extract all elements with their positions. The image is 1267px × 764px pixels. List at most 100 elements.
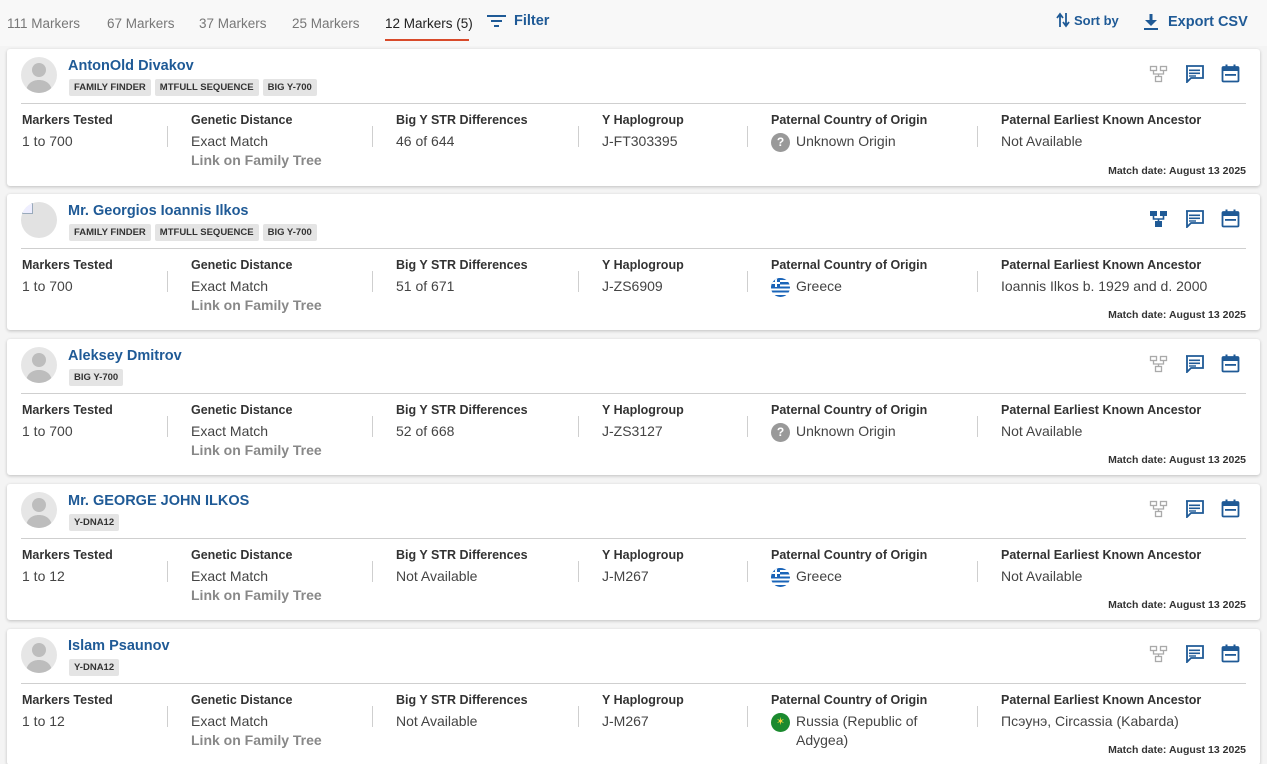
notes-icon[interactable] (1185, 64, 1204, 85)
markers-tested-column: Markers Tested 1 to 12 (22, 693, 113, 731)
test-badges: Y-DNA12 (69, 514, 120, 531)
test-badge: Y-DNA12 (69, 659, 120, 676)
match-name-link[interactable]: Aleksey Dmitrov (68, 348, 182, 364)
match-name-link[interactable]: Mr. Georgios Ioannis Ilkos (68, 203, 249, 219)
ancestor-column: Paternal Earliest Known Ancestor Ioannis … (1001, 258, 1207, 296)
filter-icon (487, 15, 506, 27)
column-separator (747, 561, 748, 582)
big-y-header: Big Y STR Differences (396, 693, 528, 707)
country-value: Russia (Republic of Adygea) (796, 713, 918, 748)
haplogroup-column: Y Haplogroup J-M267 (602, 548, 684, 586)
family-tree-icon[interactable] (1149, 209, 1168, 228)
calendar-icon[interactable] (1221, 209, 1240, 228)
big-y-column: Big Y STR Differences Not Available (396, 548, 528, 586)
big-y-column: Big Y STR Differences 51 of 671 (396, 258, 528, 296)
tab-111-markers[interactable]: 111 Markers (7, 16, 80, 31)
avatar[interactable] (21, 492, 57, 528)
markers-tested-value: 1 to 12 (22, 568, 65, 584)
genetic-distance-header: Genetic Distance (191, 258, 293, 272)
link-on-family-tree[interactable]: Link on Family Tree (191, 586, 322, 605)
genetic-distance-header: Genetic Distance (191, 548, 293, 562)
calendar-icon[interactable] (1221, 64, 1240, 83)
ancestor-column: Paternal Earliest Known Ancestor Not Avai… (1001, 548, 1201, 586)
download-icon (1144, 14, 1158, 30)
big-y-value: 52 of 668 (396, 423, 455, 439)
haplogroup-column: Y Haplogroup J-M267 (602, 693, 684, 731)
link-on-family-tree[interactable]: Link on Family Tree (191, 296, 322, 315)
markers-tested-column: Markers Tested 1 to 700 (22, 403, 113, 441)
column-separator (747, 706, 748, 727)
test-badges: BIG Y-700 (69, 369, 124, 386)
link-on-family-tree[interactable]: Link on Family Tree (191, 441, 322, 460)
greece-flag-icon (771, 278, 790, 297)
notes-icon[interactable] (1185, 499, 1204, 520)
link-on-family-tree[interactable]: Link on Family Tree (191, 731, 322, 750)
match-date: Match date: August 13 2025 (1108, 599, 1246, 611)
export-csv-button[interactable]: Export CSV (1143, 13, 1248, 30)
column-separator (372, 271, 373, 292)
markers-tested-header: Markers Tested (22, 258, 113, 272)
match-name-link[interactable]: Mr. GEORGE JOHN ILKOS (68, 493, 249, 509)
match-date: Match date: August 13 2025 (1108, 744, 1246, 756)
tab-37-markers[interactable]: 37 Markers (199, 16, 267, 31)
column-separator (578, 706, 579, 727)
genetic-distance-column: Genetic Distance Exact Match Link on Famil… (191, 113, 322, 170)
match-name-link[interactable]: Islam Psaunov (68, 638, 170, 654)
match-card: Mr. GEORGE JOHN ILKOS Y-DNA12 Markers Test… (7, 484, 1260, 620)
match-name-link[interactable]: AntonOld Divakov (68, 58, 194, 74)
export-csv-label: Export CSV (1168, 13, 1248, 30)
column-separator (578, 416, 579, 437)
filter-button[interactable]: Filter (487, 13, 549, 29)
tab-12-markers[interactable]: 12 Markers (5) (385, 16, 473, 31)
family-tree-icon[interactable] (1149, 64, 1168, 83)
column-separator (977, 561, 978, 582)
column-separator (977, 416, 978, 437)
test-badge: BIG Y-700 (262, 224, 317, 241)
country-value: Unknown Origin (796, 423, 896, 439)
match-actions (1149, 499, 1240, 520)
card-divider (21, 393, 1246, 394)
calendar-icon[interactable] (1221, 499, 1240, 518)
big-y-header: Big Y STR Differences (396, 113, 528, 127)
column-separator (167, 706, 168, 727)
card-divider (21, 103, 1246, 104)
big-y-column: Big Y STR Differences 46 of 644 (396, 113, 528, 151)
calendar-icon[interactable] (1221, 644, 1240, 663)
notes-icon[interactable] (1185, 209, 1204, 230)
tab-25-markers[interactable]: 25 Markers (292, 16, 360, 31)
link-on-family-tree[interactable]: Link on Family Tree (191, 151, 322, 170)
test-badge: BIG Y-700 (262, 79, 317, 96)
calendar-icon[interactable] (1221, 354, 1240, 373)
column-separator (977, 126, 978, 147)
ancestor-value: Псэунэ, Circassia (Kabarda) (1001, 713, 1179, 729)
country-header: Paternal Country of Origin (771, 403, 928, 417)
haplogroup-column: Y Haplogroup J-FT303395 (602, 113, 684, 151)
test-badge: FAMILY FINDER (69, 79, 151, 96)
markers-tested-value: 1 to 700 (22, 133, 73, 149)
ancestor-header: Paternal Earliest Known Ancestor (1001, 548, 1202, 562)
haplogroup-header: Y Haplogroup (602, 113, 684, 127)
sort-by-button[interactable]: Sort by (1056, 12, 1119, 28)
big-y-value: 51 of 671 (396, 278, 455, 294)
avatar[interactable] (21, 347, 57, 383)
ancestor-header: Paternal Earliest Known Ancestor (1001, 258, 1202, 272)
avatar[interactable] (21, 57, 57, 93)
markers-tested-value: 1 to 700 (22, 278, 73, 294)
ancestor-value: Not Available (1001, 133, 1083, 149)
genetic-distance-header: Genetic Distance (191, 113, 293, 127)
notes-icon[interactable] (1185, 644, 1204, 665)
haplogroup-header: Y Haplogroup (602, 258, 684, 272)
family-tree-icon[interactable] (1149, 644, 1168, 663)
avatar[interactable] (21, 202, 57, 238)
notes-icon[interactable] (1185, 354, 1204, 375)
family-tree-icon[interactable] (1149, 354, 1168, 373)
column-separator (747, 271, 748, 292)
match-date: Match date: August 13 2025 (1108, 454, 1246, 466)
family-tree-icon[interactable] (1149, 499, 1168, 518)
tab-67-markers[interactable]: 67 Markers (107, 16, 175, 31)
avatar[interactable] (21, 637, 57, 673)
genetic-distance-column: Genetic Distance Exact Match Link on Famil… (191, 258, 322, 315)
column-separator (167, 271, 168, 292)
ancestor-header: Paternal Earliest Known Ancestor (1001, 693, 1202, 707)
ancestor-column: Paternal Earliest Known Ancestor Not Avai… (1001, 403, 1201, 441)
